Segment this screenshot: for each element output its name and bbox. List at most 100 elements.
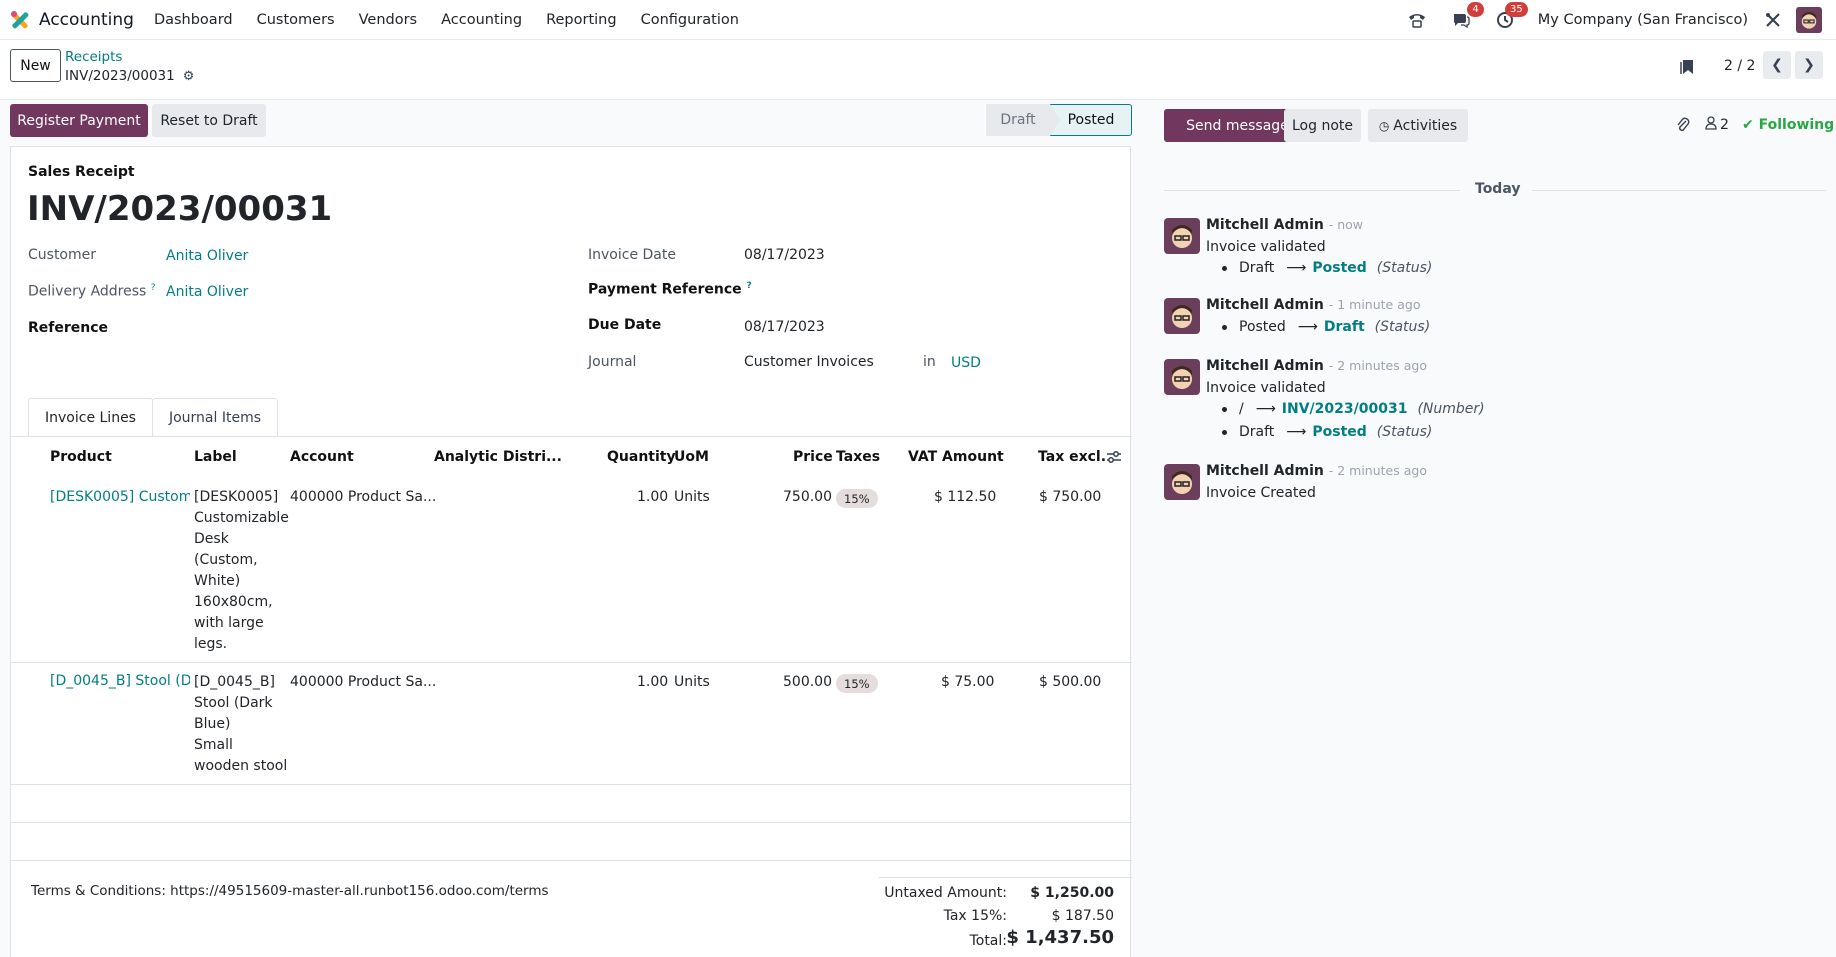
invoice-date-field[interactable]: 08/17/2023 — [744, 247, 825, 263]
tracking-field: (Status) — [1374, 319, 1431, 335]
message-body: Invoice validated — [1206, 239, 1326, 255]
col-taxes[interactable]: Taxes — [836, 449, 880, 465]
breadcrumb-receipts[interactable]: Receipts — [65, 49, 122, 65]
top-navbar: Accounting Dashboard Customers Vendors A… — [0, 0, 1836, 40]
row-product[interactable]: [DESK0005] Customizable Desk — [50, 489, 190, 505]
following-label: Following — [1758, 117, 1835, 133]
tax-badge[interactable]: 15% — [836, 489, 878, 508]
accounting-app-icon[interactable] — [9, 9, 31, 31]
author-avatar[interactable] — [1164, 359, 1200, 395]
row-price[interactable]: 750.00 — [783, 487, 832, 508]
bookmark-icon[interactable] — [1680, 59, 1694, 79]
row-label[interactable]: [DESK0005] Customizable Desk (Custom, Wh… — [194, 487, 289, 655]
message-time: - 2 minutes ago — [1328, 358, 1427, 373]
tracking-value: Draft ⟶ Posted (Status) — [1222, 260, 1432, 276]
tracking-new: Posted — [1312, 260, 1367, 276]
tracking-old: Posted — [1239, 319, 1286, 335]
col-vat-amount[interactable]: VAT Amount — [908, 449, 1004, 465]
author-avatar[interactable] — [1164, 298, 1200, 334]
status-draft[interactable]: Draft — [986, 104, 1050, 136]
row-label[interactable]: [D_0045_B] Stool (Dark Blue) Small woode… — [194, 672, 287, 777]
row-uom[interactable]: Units — [674, 672, 710, 693]
row-quantity[interactable]: 1.00 — [637, 672, 668, 693]
row-uom[interactable]: Units — [674, 487, 710, 508]
status-posted[interactable]: Posted — [1050, 104, 1132, 136]
row-account[interactable]: 400000 Product Sa... — [290, 672, 436, 693]
paperclip-icon[interactable] — [1676, 116, 1690, 138]
tracking-field: (Status) — [1376, 260, 1433, 276]
activities-label: Activities — [1393, 117, 1458, 134]
message-author[interactable]: Mitchell Admin - now — [1206, 217, 1363, 233]
col-tax-excl[interactable]: Tax excl. — [1038, 449, 1106, 465]
label-line: with large — [194, 615, 264, 631]
notebook-tabs: Invoice Lines Journal Items — [28, 398, 279, 436]
pager-next-button[interactable]: ❯ — [1795, 51, 1823, 79]
debug-tools-icon[interactable] — [1762, 9, 1784, 31]
company-switcher[interactable]: My Company (San Francisco) — [1538, 12, 1748, 28]
phone-icon[interactable] — [1406, 9, 1428, 31]
message-author-name: Mitchell Admin — [1206, 358, 1324, 374]
row-quantity[interactable]: 1.00 — [637, 487, 668, 508]
delivery-address-label-text: Delivery Address — [28, 283, 147, 300]
user-icon — [1705, 116, 1717, 134]
message-author[interactable]: Mitchell Admin - 2 minutes ago — [1206, 358, 1427, 374]
message-author-name: Mitchell Admin — [1206, 297, 1324, 313]
following-button[interactable]: ✔ Following — [1742, 117, 1834, 133]
row-price[interactable]: 500.00 — [783, 672, 832, 693]
tab-invoice-lines[interactable]: Invoice Lines — [28, 398, 153, 436]
user-avatar[interactable] — [1796, 7, 1822, 33]
message-author[interactable]: Mitchell Admin - 1 minute ago — [1206, 297, 1420, 313]
activities-badge: 35 — [1505, 2, 1528, 17]
col-uom[interactable]: UoM — [674, 449, 709, 465]
reference-label: Reference — [28, 320, 109, 336]
totals-divider — [879, 877, 1132, 878]
tracking-old: Draft — [1239, 260, 1275, 276]
delivery-address-field[interactable]: Anita Oliver — [166, 284, 248, 300]
menu-dashboard[interactable]: Dashboard — [154, 12, 233, 28]
pager-previous-button[interactable]: ❮ — [1763, 51, 1791, 79]
menu-reporting[interactable]: Reporting — [546, 12, 617, 28]
menu-accounting[interactable]: Accounting — [441, 12, 522, 28]
label-line: wooden stool — [194, 758, 288, 774]
reset-to-draft-button[interactable]: Reset to Draft — [152, 104, 266, 137]
activities-button[interactable]: ◷ Activities — [1368, 109, 1468, 142]
app-name[interactable]: Accounting — [39, 10, 134, 30]
col-product[interactable]: Product — [50, 449, 112, 465]
terms-conditions[interactable]: Terms & Conditions: https://49515609-mas… — [31, 883, 549, 899]
customer-field[interactable]: Anita Oliver — [166, 248, 248, 264]
activities-icon[interactable]: 35 — [1494, 2, 1528, 31]
control-panel: New Receipts INV/2023/00031 ⚙ 2 / 2 ❮ ❯ — [0, 40, 1836, 100]
message-author[interactable]: Mitchell Admin - 2 minutes ago — [1206, 463, 1427, 479]
currency-field[interactable]: USD — [951, 355, 981, 371]
help-icon[interactable]: ? — [151, 283, 156, 293]
followers-button[interactable]: 2 — [1705, 116, 1729, 134]
label-line: Customizable — [194, 510, 289, 526]
author-avatar[interactable] — [1164, 218, 1200, 254]
label-line: Small — [194, 737, 233, 753]
col-price[interactable]: Price — [793, 449, 833, 465]
col-quantity[interactable]: Quantity — [607, 449, 676, 465]
register-payment-button[interactable]: Register Payment — [10, 104, 148, 137]
help-icon[interactable]: ? — [747, 281, 752, 291]
optional-columns-icon[interactable] — [1106, 450, 1122, 468]
menu-customers[interactable]: Customers — [257, 12, 335, 28]
gear-icon[interactable]: ⚙ — [183, 69, 195, 84]
col-analytic[interactable]: Analytic Distri... — [434, 449, 562, 465]
tax-label: Tax 15%: — [943, 908, 1007, 924]
col-label[interactable]: Label — [194, 449, 237, 465]
tax-badge[interactable]: 15% — [836, 674, 878, 693]
row-account[interactable]: 400000 Product Sa... — [290, 487, 436, 508]
due-date-field[interactable]: 08/17/2023 — [744, 319, 825, 335]
author-avatar[interactable] — [1164, 464, 1200, 500]
messages-icon[interactable]: 4 — [1450, 2, 1484, 31]
log-note-button[interactable]: Log note — [1284, 109, 1361, 142]
tab-journal-items[interactable]: Journal Items — [151, 398, 279, 436]
menu-configuration[interactable]: Configuration — [641, 12, 739, 28]
payment-reference-label-text: Payment Reference — [588, 281, 742, 298]
journal-field[interactable]: Customer Invoices — [744, 354, 874, 370]
col-account[interactable]: Account — [290, 449, 354, 465]
row-product[interactable]: [D_0045_B] Stool (Dark Blue) — [50, 673, 190, 689]
menu-vendors[interactable]: Vendors — [359, 12, 418, 28]
new-button[interactable]: New — [10, 49, 61, 82]
pager-value[interactable]: 2 / 2 — [1724, 58, 1755, 74]
